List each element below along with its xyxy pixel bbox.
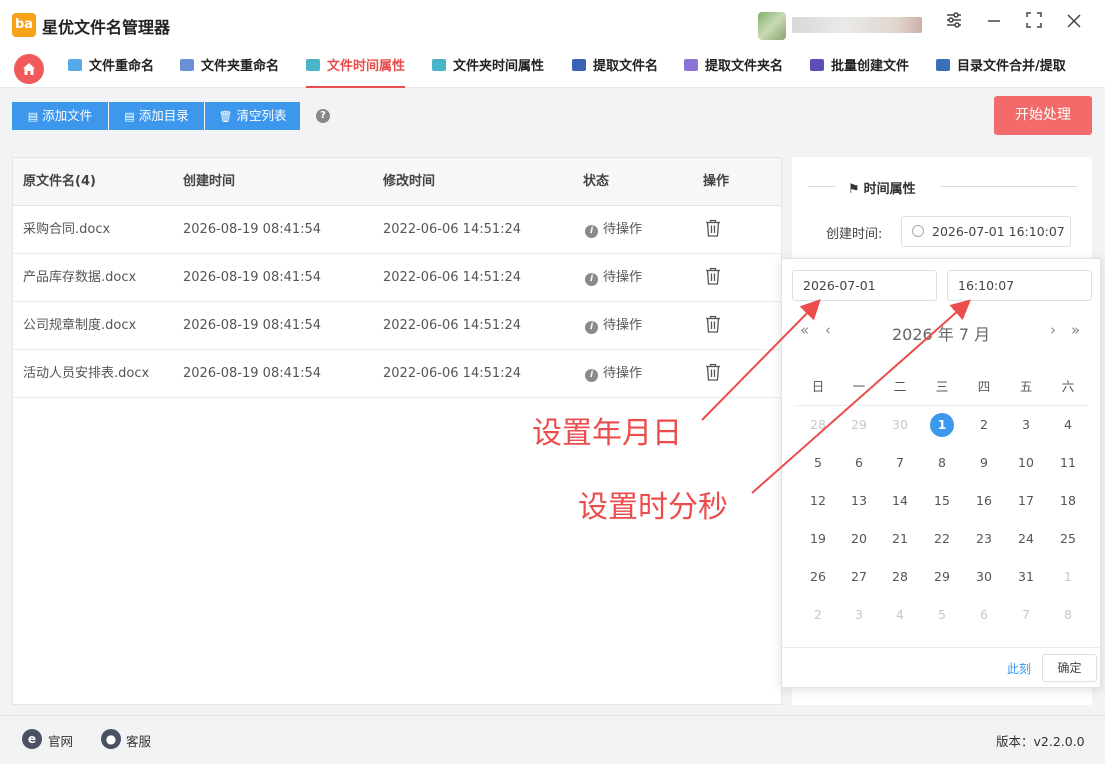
version-label: 版本：v2.2.0.0 [996, 734, 1085, 749]
service-link[interactable]: 客服 [126, 731, 151, 750]
annotation-arrows [701, 299, 971, 494]
status-bar: e 官网 ● 客服 版本：v2.2.0.0 [0, 715, 1105, 764]
website-link[interactable]: 官网 [48, 731, 73, 750]
annotation-set-date: 设置年月日 [532, 416, 682, 451]
website-icon[interactable]: e [22, 729, 42, 749]
chat-icon[interactable]: ● [101, 729, 121, 749]
annotation-set-time: 设置时分秒 [578, 490, 728, 525]
app-window: ba 星优文件名管理器 文件重命名 文件夹重命名 文件时间属性 文件夹时间属性 … [0, 0, 1105, 764]
arrow-to-date-input [701, 299, 821, 421]
arrow-to-time-input [751, 299, 971, 494]
